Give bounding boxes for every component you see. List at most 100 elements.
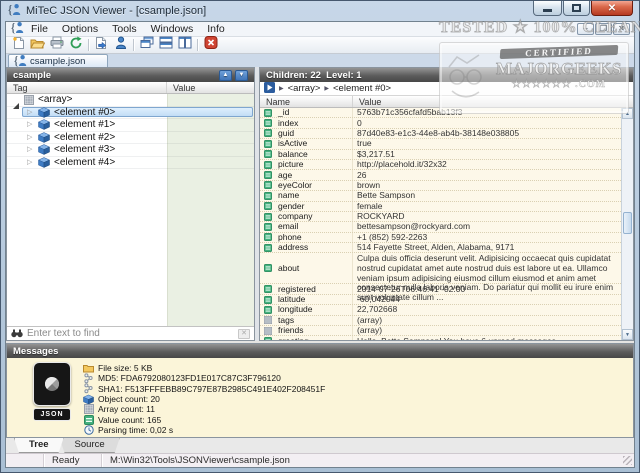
- property-row[interactable]: tags(array): [260, 316, 621, 326]
- menu-windows[interactable]: Windows: [144, 23, 201, 35]
- column-header-name[interactable]: Name: [260, 96, 353, 107]
- new-file-button[interactable]: [9, 37, 28, 53]
- property-name: eyeColor: [278, 181, 312, 190]
- property-value: 22,702668: [353, 305, 621, 314]
- property-row[interactable]: address514 Fayette Street, Alden, Alabam…: [260, 243, 621, 253]
- property-row[interactable]: picturehttp://placehold.it/32x32: [260, 160, 621, 170]
- clear-find-button[interactable]: ✕: [238, 329, 250, 339]
- breadcrumb-item[interactable]: <element #0>: [333, 83, 391, 94]
- tile-vertical-icon: [178, 36, 192, 54]
- property-value: 5763b71c356cfafd5bab13f3: [353, 108, 621, 117]
- property-row[interactable]: eyeColorbrown: [260, 181, 621, 191]
- tile-vertical-button[interactable]: [175, 37, 194, 53]
- cascade-windows-button[interactable]: [137, 37, 156, 53]
- tree-item-root[interactable]: <array>: [7, 94, 254, 107]
- message-line: Object count: 20: [83, 394, 325, 404]
- property-row[interactable]: emailbettesampson@rockyard.com: [260, 222, 621, 232]
- tree-item[interactable]: ▷<element #2>: [7, 132, 254, 145]
- maximize-button[interactable]: [563, 1, 590, 16]
- collapsed-arrow-icon[interactable]: ▷: [27, 158, 36, 167]
- tree-item[interactable]: ▷<element #3>: [7, 144, 254, 157]
- value-icon: [264, 337, 272, 340]
- export-button[interactable]: [92, 37, 111, 53]
- property-row[interactable]: balance$3,217.51: [260, 150, 621, 160]
- property-value: 0: [353, 119, 621, 128]
- value-icon: [264, 233, 272, 241]
- tree-item[interactable]: ▷ <element #1>: [7, 119, 254, 132]
- property-row[interactable]: age26: [260, 170, 621, 180]
- expanded-arrow-icon[interactable]: [13, 95, 22, 104]
- property-row[interactable]: isActivetrue: [260, 139, 621, 149]
- children-level-label: Children: 22 Level: 1: [266, 70, 362, 81]
- status-cell-empty: [6, 454, 44, 467]
- value-icon: [264, 161, 272, 169]
- property-row[interactable]: companyROCKYARD: [260, 212, 621, 222]
- print-button[interactable]: [47, 37, 66, 53]
- property-value: true: [353, 139, 621, 148]
- scroll-up-button[interactable]: ▲: [622, 108, 633, 119]
- message-text: MD5: FDA6792080123FD1E017C87C3F796120: [98, 373, 281, 383]
- close-button[interactable]: ✕: [591, 1, 633, 16]
- collapsed-arrow-icon[interactable]: ▷: [27, 108, 36, 117]
- scroll-down-button[interactable]: ▼: [622, 329, 633, 340]
- child-restore-button[interactable]: ❐: [595, 23, 612, 35]
- property-row[interactable]: nameBette Sampson: [260, 191, 621, 201]
- property-row[interactable]: greetingHello, Bette Sampson! You have 6…: [260, 336, 621, 340]
- collapse-all-button[interactable]: ▲: [219, 70, 232, 81]
- toolbar-separator: [133, 39, 134, 51]
- child-minimize-button[interactable]: –: [577, 23, 594, 35]
- expand-all-button[interactable]: ▼: [235, 70, 248, 81]
- column-header-tag[interactable]: Tag: [7, 82, 167, 93]
- property-row[interactable]: index0: [260, 118, 621, 128]
- tree-item[interactable]: ▷<element #4>: [7, 157, 254, 170]
- property-row[interactable]: phone+1 (852) 592-2263: [260, 233, 621, 243]
- property-name: about: [278, 264, 299, 273]
- message-text: Value count: 165: [98, 415, 161, 425]
- refresh-button[interactable]: [66, 37, 85, 53]
- open-file-button[interactable]: [28, 37, 47, 53]
- tile-horizontal-button[interactable]: [156, 37, 175, 53]
- value-icon: [264, 119, 272, 127]
- child-close-button[interactable]: ✕: [613, 23, 630, 35]
- value-icon: [264, 213, 272, 221]
- object-icon: [38, 107, 50, 118]
- property-row[interactable]: latitude-60,042044: [260, 295, 621, 305]
- tree-item[interactable]: ▷<element #0>: [7, 107, 254, 120]
- property-row[interactable]: registered2014-07-26T06:46:41 -02:00: [260, 284, 621, 294]
- menu-tools[interactable]: Tools: [105, 23, 144, 35]
- binoculars-icon: [11, 325, 23, 342]
- minimize-icon: [543, 9, 552, 12]
- document-tab[interactable]: { csample.json: [8, 54, 108, 67]
- svg-text:{: {: [7, 2, 13, 16]
- property-name: balance: [278, 150, 308, 159]
- property-row[interactable]: friends(array): [260, 326, 621, 336]
- minimize-button[interactable]: [533, 1, 562, 16]
- property-name: name: [278, 191, 299, 200]
- tree-item-label: <element #1>: [54, 119, 115, 130]
- message-line: File size: 5 KB: [83, 363, 325, 373]
- column-header-value[interactable]: Value: [167, 82, 195, 93]
- close-document-button[interactable]: [201, 37, 220, 53]
- vertical-scrollbar[interactable]: ▲ ▼: [621, 108, 633, 340]
- property-row[interactable]: guid87d40e83-e1c3-44e8-ab4b-38148e038805: [260, 129, 621, 139]
- menu-info[interactable]: Info: [200, 23, 232, 35]
- menu-options[interactable]: Options: [55, 23, 105, 35]
- collapsed-arrow-icon[interactable]: ▷: [27, 145, 36, 154]
- property-row[interactable]: aboutCulpa duis officia deserunt velit. …: [260, 253, 621, 284]
- collapsed-arrow-icon[interactable]: ▷: [27, 120, 36, 129]
- find-input[interactable]: [27, 328, 234, 339]
- breadcrumb-item[interactable]: <array>: [288, 83, 321, 94]
- tab-tree[interactable]: Tree: [14, 438, 64, 453]
- property-row[interactable]: longitude22,702668: [260, 305, 621, 315]
- app-window: { MiTeC JSON Viewer - [csample.json] ✕ {…: [0, 0, 640, 473]
- scroll-thumb[interactable]: [623, 212, 632, 234]
- tree-item-label: <array>: [38, 94, 72, 105]
- property-row[interactable]: _id5763b71c356cfafd5bab13f3: [260, 108, 621, 118]
- tab-source[interactable]: Source: [60, 438, 120, 453]
- value-icon: [264, 140, 272, 148]
- property-row[interactable]: genderfemale: [260, 202, 621, 212]
- column-header-value[interactable]: Value: [353, 96, 381, 107]
- collapsed-arrow-icon[interactable]: ▷: [27, 133, 36, 142]
- user-info-button[interactable]: [111, 37, 130, 53]
- menu-file[interactable]: File: [24, 23, 55, 35]
